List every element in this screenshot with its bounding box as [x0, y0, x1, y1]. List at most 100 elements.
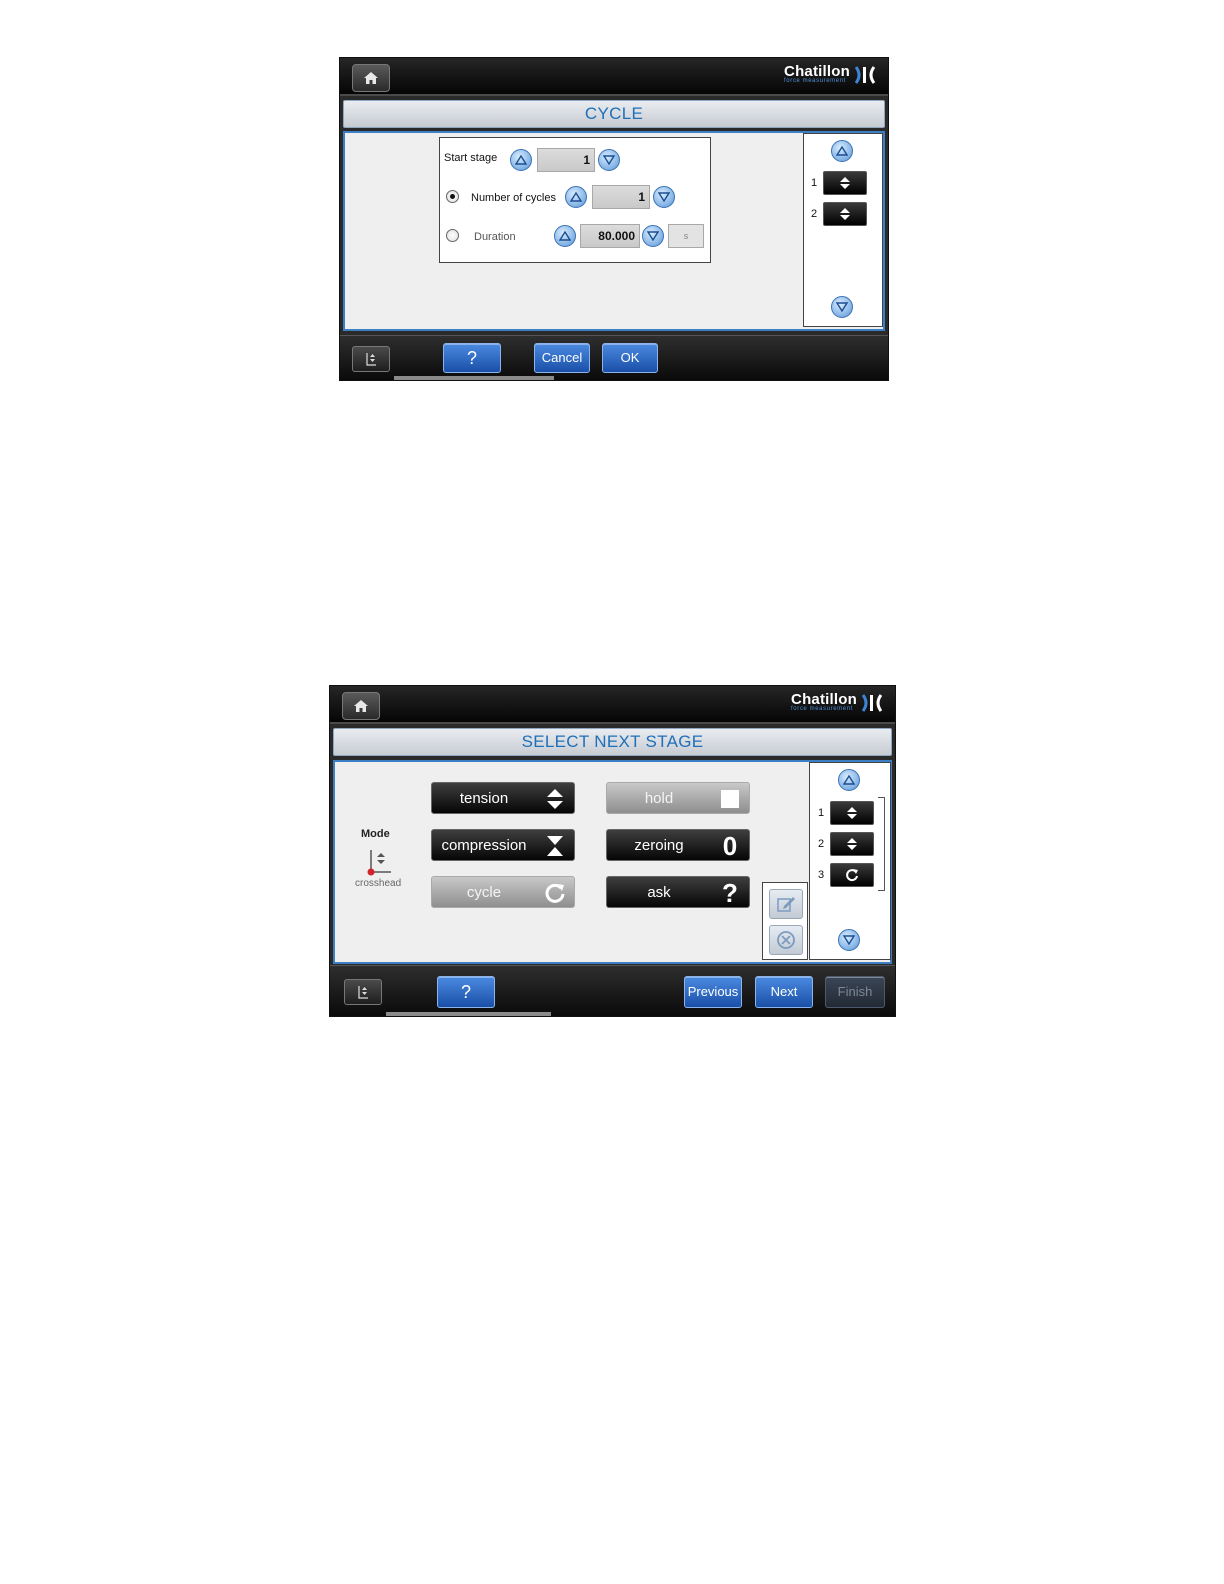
- start-stage-label: Start stage: [444, 152, 498, 164]
- duration-field[interactable]: 80.000: [580, 224, 640, 248]
- stage-list-scroll-down-button[interactable]: [838, 929, 860, 951]
- compression-arrows-icon: [542, 833, 568, 859]
- brand-tagline: force measurement: [791, 706, 853, 712]
- stage-group-bracket: [878, 797, 885, 891]
- start-stage-field[interactable]: 1: [537, 148, 595, 172]
- ask-button[interactable]: ask ?: [606, 876, 750, 908]
- crosshead-icon: [366, 353, 376, 366]
- up-arrow-circle-icon: [843, 775, 855, 785]
- stage-list-scroll-down-button[interactable]: [831, 296, 853, 318]
- ok-button[interactable]: OK: [602, 343, 658, 373]
- scroll-indicator: [394, 376, 554, 380]
- edit-icon: [777, 897, 795, 912]
- select-next-stage-screen: Chatillon force measurement SELECT NEXT …: [330, 686, 895, 1016]
- duration-unit-field[interactable]: s: [668, 224, 704, 248]
- stage-item-1[interactable]: [830, 801, 874, 825]
- previous-button[interactable]: Previous: [684, 976, 742, 1008]
- stage-item-2[interactable]: [823, 202, 867, 226]
- stage-item-1[interactable]: [823, 171, 867, 195]
- delete-stage-button[interactable]: [769, 925, 803, 955]
- down-arrow-circle-icon: [658, 192, 670, 202]
- crosshead-jog-button[interactable]: [352, 346, 390, 372]
- page-title: SELECT NEXT STAGE: [333, 728, 892, 756]
- down-arrow-circle-icon: [603, 155, 615, 165]
- cycle-icon: [542, 880, 568, 906]
- stage-number: 1: [811, 177, 818, 189]
- stage-list-panel: 1 2: [803, 133, 883, 327]
- hold-square-icon: [717, 786, 743, 812]
- start-stage-decrement-button[interactable]: [598, 149, 620, 171]
- up-down-arrows-icon: [847, 838, 857, 850]
- up-down-arrows-icon: [840, 177, 850, 189]
- start-stage-increment-button[interactable]: [510, 149, 532, 171]
- stage-item-3[interactable]: [830, 863, 874, 887]
- delete-icon: [777, 931, 795, 949]
- stage-number: 2: [818, 838, 825, 850]
- stage-number: 1: [818, 807, 825, 819]
- tension-button[interactable]: tension: [431, 782, 575, 814]
- stage-edit-toolbar: [762, 882, 808, 960]
- cycle-screen: Chatillon force measurement CYCLE Start …: [340, 58, 888, 380]
- finish-button[interactable]: Finish: [825, 976, 885, 1008]
- top-bar: Chatillon force measurement: [330, 686, 895, 724]
- stage-number: 3: [818, 869, 825, 881]
- duration-decrement-button[interactable]: [642, 225, 664, 247]
- content-area: Mode crosshead tension compression cycle…: [333, 760, 892, 964]
- up-arrow-circle-icon: [570, 192, 582, 202]
- home-button[interactable]: [342, 692, 380, 720]
- question-icon: ?: [722, 878, 738, 908]
- mode-value: crosshead: [355, 878, 402, 889]
- stage-item-2[interactable]: [830, 832, 874, 856]
- home-icon: [364, 72, 378, 84]
- ask-label: ask: [647, 884, 671, 901]
- next-button[interactable]: Next: [755, 976, 813, 1008]
- compression-button[interactable]: compression: [431, 829, 575, 861]
- page-title: CYCLE: [343, 100, 885, 128]
- crosshead-mode-icon: [367, 850, 391, 876]
- down-arrow-circle-icon: [843, 935, 855, 945]
- up-down-arrows-icon: [847, 807, 857, 819]
- stage-list-scroll-up-button[interactable]: [838, 769, 860, 791]
- mode-label: Mode: [361, 828, 390, 840]
- up-down-arrows-icon: [542, 786, 568, 812]
- cycle-icon: [846, 869, 858, 882]
- home-button[interactable]: [352, 64, 390, 92]
- brand-tagline: force measurement: [784, 78, 846, 84]
- number-of-cycles-decrement-button[interactable]: [653, 186, 675, 208]
- top-bar: Chatillon force measurement: [340, 58, 888, 96]
- hold-button[interactable]: hold: [606, 782, 750, 814]
- number-of-cycles-increment-button[interactable]: [565, 186, 587, 208]
- number-of-cycles-radio[interactable]: [446, 190, 459, 203]
- duration-radio[interactable]: [446, 229, 459, 242]
- up-arrow-circle-icon: [515, 155, 527, 165]
- help-button[interactable]: ?: [437, 976, 495, 1008]
- duration-label: Duration: [474, 231, 516, 243]
- up-arrow-circle-icon: [836, 146, 848, 156]
- brand-mark-icon: [861, 694, 883, 712]
- zeroing-label: zeroing: [634, 837, 684, 854]
- cycle-button[interactable]: cycle: [431, 876, 575, 908]
- brand-mark-icon: [854, 66, 876, 84]
- number-of-cycles-label: Number of cycles: [471, 192, 556, 204]
- stage-list-scroll-up-button[interactable]: [831, 140, 853, 162]
- zeroing-button[interactable]: zeroing 0: [606, 829, 750, 861]
- tension-label: tension: [459, 790, 509, 807]
- up-down-arrows-icon: [840, 208, 850, 220]
- brand-logo: Chatillon force measurement: [784, 63, 876, 84]
- stage-list-panel: 1 2 3: [809, 762, 891, 960]
- number-of-cycles-field[interactable]: 1: [592, 185, 650, 209]
- up-arrow-circle-icon: [559, 231, 571, 241]
- scroll-indicator: [386, 1012, 551, 1016]
- content-area: Start stage 1 Number of cycles 1 Duratio…: [343, 131, 885, 331]
- help-button[interactable]: ?: [443, 343, 501, 373]
- down-arrow-circle-icon: [647, 231, 659, 241]
- brand-logo: Chatillon force measurement: [791, 691, 883, 712]
- crosshead-jog-button[interactable]: [344, 979, 382, 1005]
- compression-label: compression: [441, 837, 527, 854]
- edit-stage-button[interactable]: [769, 889, 803, 919]
- cycle-settings-panel: Start stage 1 Number of cycles 1 Duratio…: [439, 137, 711, 263]
- crosshead-icon: [358, 986, 368, 999]
- home-icon: [354, 700, 368, 712]
- duration-increment-button[interactable]: [554, 225, 576, 247]
- cancel-button[interactable]: Cancel: [534, 343, 590, 373]
